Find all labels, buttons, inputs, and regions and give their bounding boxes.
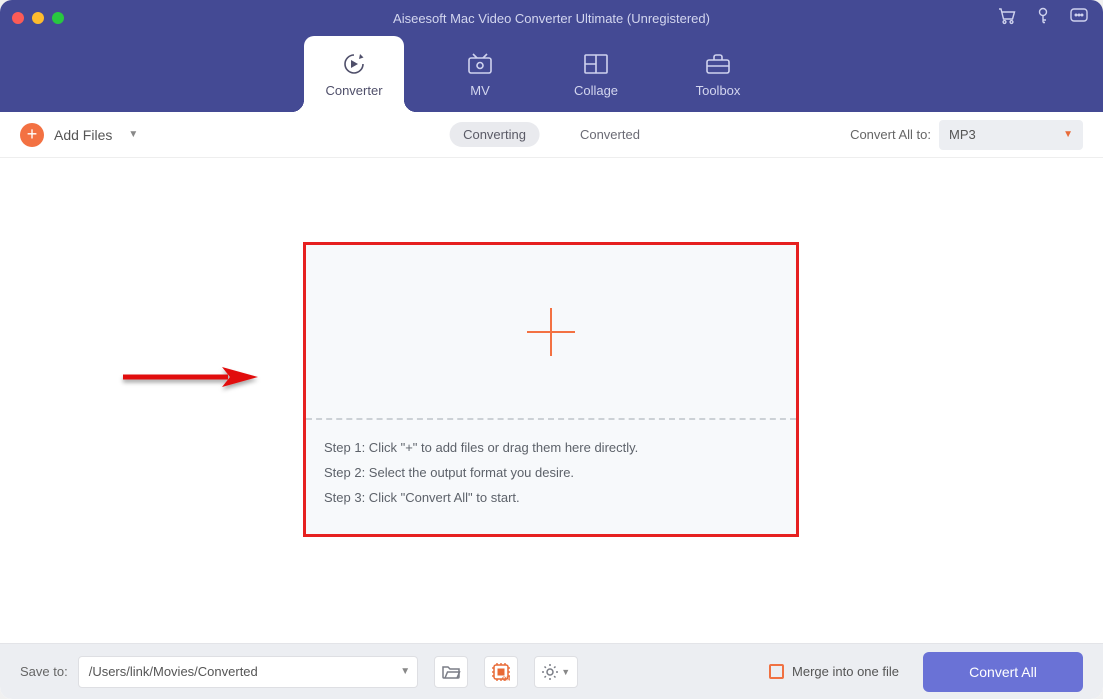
folder-icon	[441, 664, 461, 680]
drop-zone-upper[interactable]	[306, 245, 796, 420]
checkbox-icon	[769, 664, 784, 679]
maximize-icon[interactable]	[52, 12, 64, 24]
title-bar: Aiseesoft Mac Video Converter Ultimate (…	[0, 0, 1103, 36]
merge-checkbox[interactable]: Merge into one file	[769, 664, 899, 679]
tab-collage-label: Collage	[574, 83, 618, 98]
converter-icon	[340, 51, 368, 77]
subtab-converting[interactable]: Converting	[449, 122, 540, 147]
tab-toolbox-label: Toolbox	[696, 83, 741, 98]
gear-icon	[541, 663, 559, 681]
main-area: Step 1: Click "+" to add files or drag t…	[0, 158, 1103, 643]
convert-all-to: Convert All to: MP3 ▼	[850, 120, 1083, 150]
convert-all-button[interactable]: Convert All	[923, 652, 1083, 692]
window-title: Aiseesoft Mac Video Converter Ultimate (…	[393, 11, 710, 26]
plus-icon: +	[20, 123, 44, 147]
save-path-field[interactable]: /Users/link/Movies/Converted	[78, 656, 398, 688]
annotation-arrow-icon	[118, 363, 268, 408]
merge-label: Merge into one file	[792, 664, 899, 679]
format-select[interactable]: MP3 ▼	[939, 120, 1083, 150]
gpu-chip-icon: ON	[490, 662, 512, 682]
open-folder-button[interactable]	[434, 656, 468, 688]
instruction-step-3: Step 3: Click "Convert All" to start.	[324, 490, 778, 505]
status-tabs: Converting Converted	[449, 122, 654, 147]
tab-toolbox[interactable]: Toolbox	[678, 36, 758, 112]
tab-converter[interactable]: Converter	[304, 36, 404, 112]
key-icon[interactable]	[1035, 7, 1051, 30]
save-path-value: /Users/link/Movies/Converted	[89, 664, 258, 679]
add-files-button[interactable]: + Add Files ▼	[20, 123, 138, 147]
toolbox-icon	[703, 51, 733, 77]
convert-all-to-label: Convert All to:	[850, 127, 931, 142]
save-to-label: Save to:	[20, 664, 68, 679]
sub-toolbar: + Add Files ▼ Converting Converted Conve…	[0, 112, 1103, 158]
instruction-steps: Step 1: Click "+" to add files or drag t…	[306, 420, 796, 515]
footer-bar: Save to: /Users/link/Movies/Converted ▼	[0, 643, 1103, 699]
tab-converter-label: Converter	[325, 83, 382, 98]
settings-button[interactable]: ▼	[534, 656, 578, 688]
gpu-accel-button[interactable]: ON	[484, 656, 518, 688]
feedback-icon[interactable]	[1069, 7, 1089, 30]
save-path-dropdown[interactable]: ▼	[394, 656, 418, 688]
add-files-label: Add Files	[54, 127, 112, 143]
app-window: Aiseesoft Mac Video Converter Ultimate (…	[0, 0, 1103, 699]
cart-icon[interactable]	[997, 7, 1017, 30]
svg-text:ON: ON	[502, 676, 510, 682]
drop-zone[interactable]: Step 1: Click "+" to add files or drag t…	[303, 242, 799, 537]
titlebar-actions	[997, 7, 1089, 30]
mv-icon	[465, 51, 495, 77]
collage-icon	[581, 51, 611, 77]
minimize-icon[interactable]	[32, 12, 44, 24]
tab-mv-label: MV	[470, 83, 490, 98]
tab-mv[interactable]: MV	[446, 36, 514, 112]
close-icon[interactable]	[12, 12, 24, 24]
tab-collage[interactable]: Collage	[556, 36, 636, 112]
traffic-lights	[12, 12, 64, 24]
instruction-step-2: Step 2: Select the output format you des…	[324, 465, 778, 480]
main-tabs: Converter MV Collage	[0, 36, 1103, 112]
chevron-down-icon: ▼	[1063, 129, 1073, 140]
chevron-down-icon[interactable]: ▼	[128, 129, 138, 140]
subtab-converted[interactable]: Converted	[566, 122, 654, 147]
chevron-down-icon: ▼	[561, 667, 570, 677]
format-select-value: MP3	[949, 127, 976, 142]
add-big-plus-icon[interactable]	[527, 308, 575, 356]
instruction-step-1: Step 1: Click "+" to add files or drag t…	[324, 440, 778, 455]
